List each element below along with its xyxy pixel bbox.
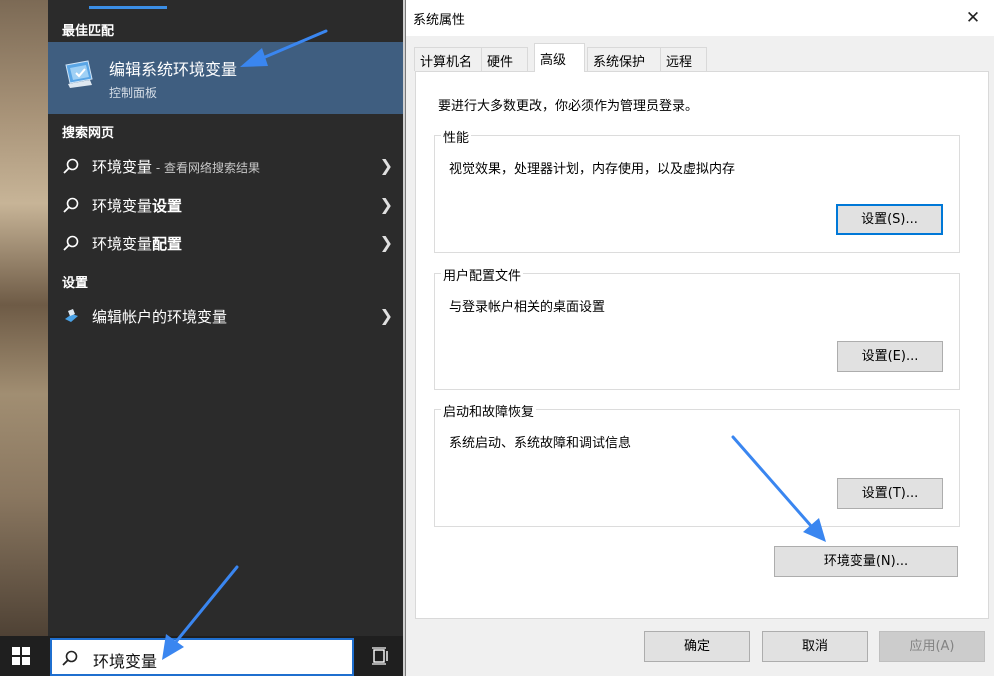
desktop-wallpaper bbox=[0, 0, 48, 636]
taskbar: 环境变量 bbox=[0, 636, 403, 676]
web-result-label: 环境变量设置 bbox=[92, 197, 183, 215]
startup-recovery-group: 启动和故障恢复 系统启动、系统故障和调试信息 设置(T)... bbox=[434, 401, 960, 527]
chevron-right-icon[interactable]: ❯ bbox=[380, 156, 393, 175]
windows-logo-icon[interactable] bbox=[12, 647, 30, 665]
settings-user-icon bbox=[62, 307, 80, 325]
settings-header: 设置 bbox=[62, 276, 89, 291]
close-button[interactable]: ✕ bbox=[955, 3, 991, 33]
web-result-label: 环境变量 - 查看网络搜索结果 bbox=[92, 158, 260, 176]
search-icon bbox=[62, 157, 80, 175]
best-match-subtitle: 控制面板 bbox=[109, 86, 158, 100]
group-title: 用户配置文件 bbox=[441, 265, 524, 284]
web-results-header: 搜索网页 bbox=[62, 126, 115, 141]
web-result-3[interactable]: 环境变量配置 ❯ bbox=[48, 224, 403, 262]
startup-recovery-settings-button[interactable]: 设置(T)... bbox=[837, 478, 943, 509]
tab-computer-name[interactable]: 计算机名 bbox=[414, 47, 482, 71]
performance-group: 性能 视觉效果，处理器计划，内存使用，以及虚拟内存 设置(S)... bbox=[434, 127, 960, 253]
system-properties-icon bbox=[62, 57, 96, 91]
chevron-right-icon[interactable]: ❯ bbox=[380, 195, 393, 214]
user-profiles-group: 用户配置文件 与登录帐户相关的桌面设置 设置(E)... bbox=[434, 265, 960, 390]
advanced-tab-panel: 要进行大多数更改，你必须作为管理员登录。 性能 视觉效果，处理器计划，内存使用，… bbox=[415, 71, 989, 619]
best-match-header: 最佳匹配 bbox=[62, 24, 115, 39]
dialog-title: 系统属性 bbox=[413, 13, 466, 28]
tab-strip: 计算机名 硬件 高级 系统保护 远程 bbox=[414, 43, 989, 72]
group-title: 性能 bbox=[441, 127, 472, 146]
title-bar[interactable]: 系统属性 ✕ bbox=[406, 0, 994, 36]
environment-variables-button[interactable]: 环境变量(N)... bbox=[774, 546, 958, 577]
apply-button[interactable]: 应用(A) bbox=[879, 631, 985, 662]
tab-system-protection[interactable]: 系统保护 bbox=[587, 47, 661, 71]
settings-result-label: 编辑帐户的环境变量 bbox=[92, 308, 228, 326]
search-icon bbox=[62, 234, 80, 252]
web-result-label: 环境变量配置 bbox=[92, 235, 183, 253]
system-properties-dialog: 系统属性 ✕ 计算机名 硬件 高级 系统保护 远程 要进行大多数更改，你必须作为… bbox=[405, 0, 994, 676]
tab-remote[interactable]: 远程 bbox=[660, 47, 707, 71]
admin-note: 要进行大多数更改，你必须作为管理员登录。 bbox=[438, 99, 699, 114]
group-description: 与登录帐户相关的桌面设置 bbox=[449, 300, 606, 315]
cancel-button[interactable]: 取消 bbox=[762, 631, 868, 662]
best-match-result[interactable]: 编辑系统环境变量 控制面板 bbox=[48, 42, 403, 114]
best-match-title: 编辑系统环境变量 bbox=[109, 60, 238, 79]
search-input[interactable]: 环境变量 bbox=[93, 648, 157, 672]
task-view-icon[interactable] bbox=[372, 646, 390, 666]
chevron-right-icon[interactable]: ❯ bbox=[380, 233, 393, 252]
web-result-2[interactable]: 环境变量设置 ❯ bbox=[48, 186, 403, 224]
accent-indicator bbox=[89, 6, 167, 9]
group-description: 系统启动、系统故障和调试信息 bbox=[449, 436, 632, 451]
ok-button[interactable]: 确定 bbox=[644, 631, 750, 662]
settings-result-1[interactable]: 编辑帐户的环境变量 ❯ bbox=[48, 297, 403, 335]
taskbar-search-box[interactable]: 环境变量 bbox=[50, 638, 354, 676]
search-icon bbox=[62, 196, 80, 214]
user-profiles-settings-button[interactable]: 设置(E)... bbox=[837, 341, 943, 372]
search-icon bbox=[61, 649, 79, 667]
tab-hardware[interactable]: 硬件 bbox=[481, 47, 528, 71]
web-result-1[interactable]: 环境变量 - 查看网络搜索结果 ❯ bbox=[48, 147, 403, 185]
start-search-panel: 最佳匹配 编辑系统环境变量 控制面板 搜索网页 环境变量 - 查看网络搜索结果 … bbox=[48, 0, 403, 636]
group-description: 视觉效果，处理器计划，内存使用，以及虚拟内存 bbox=[449, 162, 736, 177]
chevron-right-icon[interactable]: ❯ bbox=[380, 306, 393, 325]
performance-settings-button[interactable]: 设置(S)... bbox=[836, 204, 943, 235]
tab-advanced[interactable]: 高级 bbox=[534, 43, 585, 72]
group-title: 启动和故障恢复 bbox=[441, 401, 537, 420]
